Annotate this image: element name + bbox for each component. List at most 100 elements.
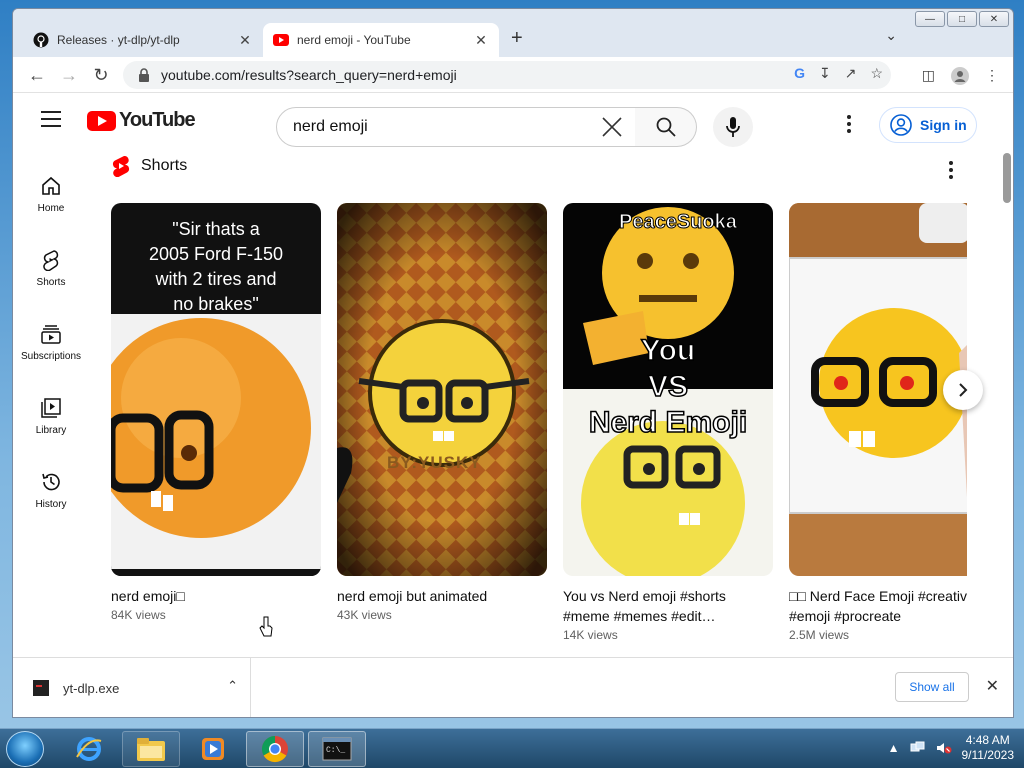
- overlay-text: with 2 tires and: [155, 269, 277, 289]
- guide-item-home[interactable]: Home: [13, 159, 89, 233]
- window-controls: — □ ✕: [915, 11, 1009, 27]
- media-player-icon[interactable]: [184, 731, 242, 767]
- short-card[interactable]: BY:YUSKY nerd emoji but animated 43K vie…: [337, 203, 547, 622]
- search-icon: [656, 117, 676, 137]
- sign-in-button[interactable]: Sign in: [879, 107, 977, 143]
- address-text: youtube.com/results?search_query=nerd+em…: [161, 67, 457, 83]
- guide-item-library[interactable]: Library: [13, 381, 89, 455]
- short-thumbnail[interactable]: PeaceSuoka You VS Nerd Emoji: [563, 203, 773, 576]
- address-bar[interactable]: youtube.com/results?search_query=nerd+em…: [123, 61, 891, 89]
- chevron-up-icon[interactable]: ⌃: [227, 678, 238, 694]
- short-views: 14K views: [563, 628, 618, 642]
- guide-menu-icon[interactable]: [41, 111, 61, 127]
- command-prompt-icon[interactable]: C:\_: [308, 731, 366, 767]
- youtube-page: YouTube nerd emoji Sign in Home Shorts S…: [13, 93, 1013, 657]
- voice-search-button[interactable]: [713, 107, 753, 147]
- volume-muted-icon[interactable]: [936, 741, 952, 755]
- short-title[interactable]: □□ Nerd Face Emoji #creative #emoji #pro…: [789, 586, 967, 626]
- short-views: 43K views: [337, 608, 392, 622]
- overlay-text: 2005 Ford F-150: [148, 244, 284, 264]
- chevron-right-icon: [959, 383, 968, 397]
- guide-label: History: [35, 499, 67, 510]
- short-thumbnail[interactable]: [789, 203, 967, 576]
- page-scrollbar[interactable]: [1003, 153, 1011, 203]
- browser-toolbar: ← → ↻ youtube.com/results?search_query=n…: [13, 57, 1013, 93]
- youtube-icon: [273, 32, 289, 48]
- tab-close-icon[interactable]: ✕: [473, 32, 489, 49]
- forward-icon[interactable]: →: [57, 63, 81, 87]
- windows-explorer-icon[interactable]: [122, 731, 180, 767]
- tab-releases[interactable]: Releases · yt-dlp/yt-dlp ✕: [23, 23, 263, 57]
- settings-kebab-icon[interactable]: [847, 115, 851, 133]
- short-card[interactable]: □□ Nerd Face Emoji #creative #emoji #pro…: [789, 203, 967, 642]
- downloads-bar: yt-dlp.exe ⌃ Show all ✕: [13, 657, 1013, 717]
- close-downloads-icon[interactable]: ✕: [986, 676, 999, 696]
- chrome-icon[interactable]: [246, 731, 304, 767]
- carousel-next-button[interactable]: [943, 370, 983, 410]
- lock-icon: [139, 68, 149, 82]
- maximize-button[interactable]: □: [947, 11, 977, 27]
- shorts-icon: [43, 250, 59, 271]
- internet-explorer-icon[interactable]: [60, 731, 118, 767]
- guide-label: Library: [35, 425, 67, 436]
- overlay-text: BY:YUSKY: [387, 453, 482, 472]
- new-tab-icon[interactable]: +: [511, 27, 523, 50]
- minimize-button[interactable]: —: [915, 11, 945, 27]
- short-card[interactable]: PeaceSuoka You VS Nerd Emoji You vs Nerd…: [563, 203, 773, 642]
- home-icon: [42, 176, 60, 195]
- show-hidden-icons-icon[interactable]: ▲: [888, 741, 900, 755]
- guide-item-history[interactable]: History: [13, 455, 89, 529]
- guide-label: Home: [37, 203, 65, 214]
- guide-label: Subscriptions: [20, 351, 82, 362]
- system-clock[interactable]: 4:48 AM 9/11/2023: [962, 733, 1015, 763]
- yt-masthead: YouTube nerd emoji Sign in: [13, 93, 1013, 149]
- clock-date: 9/11/2023: [961, 748, 1015, 762]
- bookmark-star-icon[interactable]: ☆: [870, 65, 883, 82]
- short-title[interactable]: You vs Nerd emoji #shorts #meme #memes #…: [563, 586, 773, 626]
- close-window-button[interactable]: ✕: [979, 11, 1009, 27]
- back-icon[interactable]: ←: [25, 63, 49, 87]
- google-lens-icon[interactable]: G: [794, 65, 805, 82]
- search-input[interactable]: nerd emoji: [276, 107, 636, 147]
- overlay-text: Nerd Emoji: [588, 405, 748, 440]
- short-title[interactable]: nerd emoji□: [111, 586, 321, 606]
- system-tray: ▲ 4:48 AM 9/11/2023: [888, 733, 1014, 763]
- chrome-menu-icon[interactable]: ⋮: [985, 67, 999, 88]
- show-all-button[interactable]: Show all: [895, 672, 969, 702]
- youtube-logo[interactable]: YouTube: [87, 109, 196, 132]
- download-filename: yt-dlp.exe: [63, 680, 120, 696]
- shelf-menu-icon[interactable]: [949, 161, 953, 179]
- download-item[interactable]: yt-dlp.exe ⌃: [33, 658, 251, 717]
- chevron-down-icon[interactable]: ⌄: [885, 27, 897, 44]
- short-card[interactable]: "Sir thats a 2005 Ford F-150 with 2 tire…: [111, 203, 321, 622]
- short-views: 84K views: [111, 608, 166, 622]
- account-circle-icon: [890, 114, 912, 136]
- search-button[interactable]: [635, 107, 697, 147]
- short-title[interactable]: nerd emoji but animated: [337, 586, 547, 606]
- clear-search-icon[interactable]: [599, 114, 625, 140]
- guide-item-shorts[interactable]: Shorts: [13, 233, 89, 307]
- tab-close-icon[interactable]: ✕: [237, 32, 253, 49]
- chrome-window: — □ ✕ Releases · yt-dlp/yt-dlp ✕ nerd em…: [12, 8, 1014, 718]
- short-thumbnail[interactable]: BY:YUSKY: [337, 203, 547, 576]
- github-icon: [33, 32, 49, 48]
- short-thumbnail[interactable]: "Sir thats a 2005 Ford F-150 with 2 tire…: [111, 203, 321, 576]
- shorts-carousel: "Sir thats a 2005 Ford F-150 with 2 tire…: [111, 203, 967, 653]
- start-button[interactable]: [6, 731, 44, 767]
- tab-youtube[interactable]: nerd emoji - YouTube ✕: [263, 23, 499, 57]
- reload-icon[interactable]: ↻: [89, 63, 113, 87]
- install-app-icon[interactable]: ↧: [819, 65, 831, 82]
- sign-in-label: Sign in: [920, 117, 967, 133]
- side-panel-icon[interactable]: ◫: [922, 67, 935, 88]
- guide-item-subscriptions[interactable]: Subscriptions: [13, 307, 89, 381]
- subscriptions-icon: [41, 325, 61, 344]
- overlay-text: You: [640, 333, 696, 368]
- share-icon[interactable]: ↗: [845, 65, 857, 82]
- toolbar-right: ◫ ⋮: [922, 67, 999, 88]
- overlay-text: VS: [647, 369, 689, 404]
- clock-time: 4:48 AM: [965, 733, 1010, 747]
- youtube-logo-text: YouTube: [119, 109, 196, 131]
- shelf-title: Shorts: [141, 157, 188, 174]
- network-icon[interactable]: [910, 741, 926, 755]
- profile-icon[interactable]: [951, 67, 969, 88]
